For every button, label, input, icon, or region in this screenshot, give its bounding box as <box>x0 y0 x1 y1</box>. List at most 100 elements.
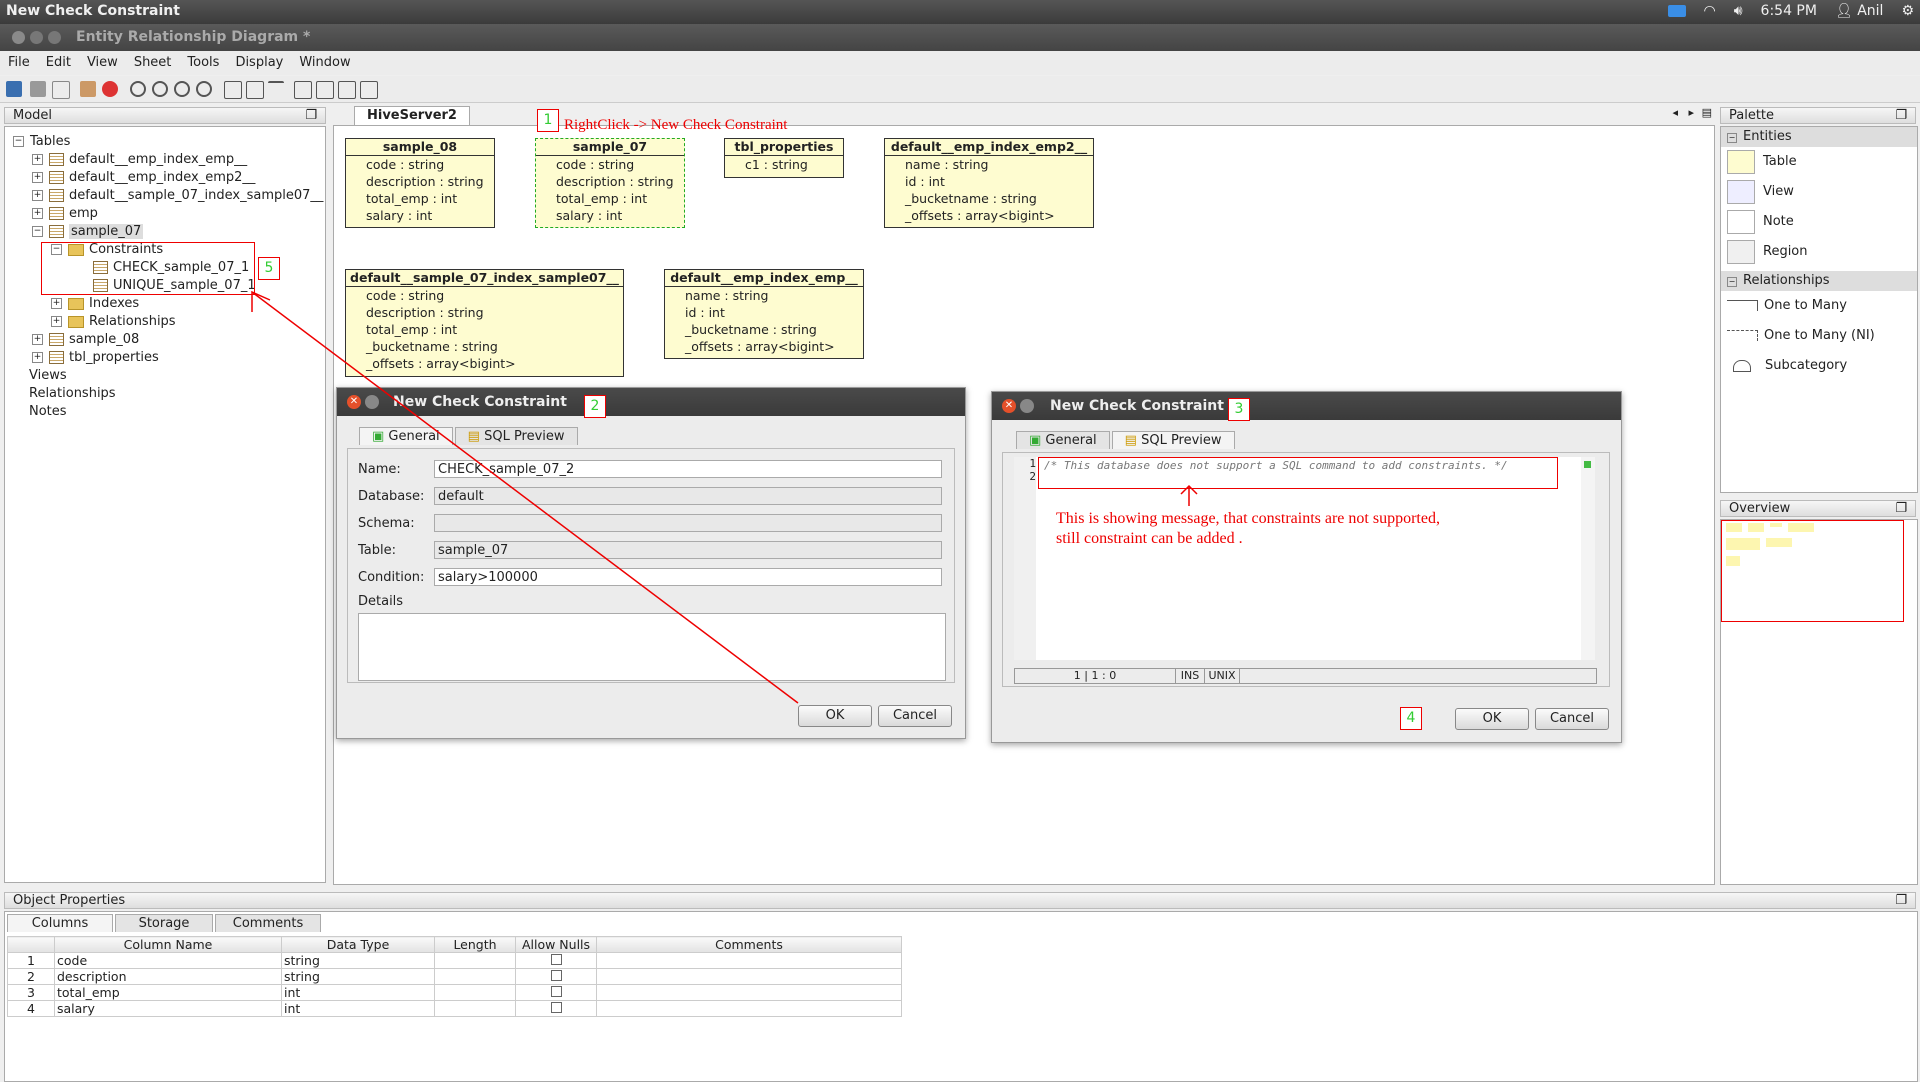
comments-cell[interactable] <box>596 968 902 985</box>
column-header[interactable]: Length <box>434 936 516 953</box>
palette-one-to-many-ni[interactable]: One to Many (NI) <box>1721 321 1917 351</box>
gear-icon[interactable]: ⚙ <box>1901 3 1914 19</box>
collapse-icon[interactable]: − <box>1727 277 1737 287</box>
collapse-icon[interactable]: − <box>32 226 43 237</box>
data-type-cell[interactable]: int <box>281 1000 435 1017</box>
restore-icon[interactable]: ❐ <box>1895 501 1907 517</box>
view-icon[interactable] <box>294 81 312 99</box>
allow-nulls-cell[interactable] <box>515 968 597 985</box>
column-header[interactable]: Allow Nulls <box>515 936 597 953</box>
column-name-cell[interactable]: code <box>54 952 282 969</box>
tab-list-icon[interactable]: ▤ <box>1702 106 1712 119</box>
column-name-cell[interactable]: description <box>54 968 282 985</box>
tree-relationships[interactable]: + Relationships <box>5 313 325 331</box>
comments-cell[interactable] <box>596 1000 902 1017</box>
expand-icon[interactable]: + <box>32 190 43 201</box>
entity-emp-index-emp2[interactable]: default__emp_index_emp2__ name : string … <box>884 138 1094 228</box>
mail-icon[interactable] <box>1667 5 1686 17</box>
restore-icon[interactable]: ❐ <box>1895 108 1907 124</box>
user-menu[interactable]: 👤︎ Anil <box>1835 3 1883 19</box>
line-icon[interactable] <box>268 81 284 99</box>
zoom-fit-icon[interactable] <box>152 81 168 97</box>
menu-tools[interactable]: Tools <box>179 51 227 70</box>
entity-sample07-index[interactable]: default__sample_07_index_sample07__ code… <box>345 269 624 377</box>
length-cell[interactable] <box>434 984 516 1001</box>
minimize-icon[interactable] <box>365 395 379 409</box>
palette-region[interactable]: Region <box>1721 237 1917 267</box>
length-cell[interactable] <box>434 1000 516 1017</box>
tree-indexes[interactable]: + Indexes <box>5 295 325 313</box>
palette-note[interactable]: Note <box>1721 207 1917 237</box>
layout-icon[interactable] <box>224 81 242 99</box>
expand-icon[interactable]: + <box>32 352 43 363</box>
scroll-right-icon[interactable]: ▸ <box>1688 106 1694 119</box>
zoom-reset-icon[interactable] <box>196 81 212 97</box>
comments-cell[interactable] <box>596 952 902 969</box>
length-cell[interactable] <box>434 968 516 985</box>
schema-field[interactable] <box>434 514 942 532</box>
column-header[interactable]: Data Type <box>281 936 435 953</box>
condition-field[interactable]: salary>100000 <box>434 568 942 586</box>
tab-general[interactable]: ▣ General <box>359 427 453 445</box>
tree-table-item[interactable]: + default__emp_index_emp__ <box>5 151 325 169</box>
palette-subcategory[interactable]: Subcategory <box>1721 351 1917 381</box>
wifi-icon[interactable]: ◠ <box>1704 3 1716 19</box>
tab-sql-preview[interactable]: ▤ SQL Preview <box>454 427 578 445</box>
tab-general[interactable]: ▣ General <box>1016 431 1110 449</box>
expand-icon[interactable]: + <box>51 316 62 327</box>
tab-sql-preview[interactable]: ▤ SQL Preview <box>1111 431 1235 449</box>
restore-icon[interactable]: ❐ <box>1895 893 1907 909</box>
allow-nulls-checkbox[interactable] <box>550 954 562 965</box>
table-field[interactable]: sample_07 <box>434 541 942 559</box>
table-view-icon[interactable] <box>338 81 356 99</box>
tab-storage[interactable]: Storage <box>115 914 213 932</box>
menu-file[interactable]: File <box>0 51 38 70</box>
tab-columns[interactable]: Columns <box>7 914 113 932</box>
scroll-left-icon[interactable]: ◂ <box>1672 106 1678 119</box>
expand-icon[interactable]: + <box>32 334 43 345</box>
tree-table-item-selected[interactable]: − sample_07 <box>5 223 325 241</box>
palette-view[interactable]: View <box>1721 177 1917 207</box>
data-type-cell[interactable]: string <box>281 952 435 969</box>
column-header[interactable]: Column Name <box>54 936 282 953</box>
print-icon[interactable] <box>30 81 46 97</box>
zoom-out-icon[interactable] <box>174 81 190 97</box>
ok-button[interactable]: OK <box>798 705 872 727</box>
tree-table-item[interactable]: + sample_08 <box>5 331 325 349</box>
palette-table[interactable]: Table <box>1721 147 1917 177</box>
stop-icon[interactable] <box>102 81 118 97</box>
zoom-in-icon[interactable] <box>130 81 146 97</box>
editor-scrollbar[interactable] <box>1581 457 1595 660</box>
tree-table-item[interactable]: + tbl_properties <box>5 349 325 367</box>
close-icon[interactable]: ✕ <box>347 395 361 409</box>
database-field[interactable]: default <box>434 487 942 505</box>
tree-notes[interactable]: Notes <box>5 403 325 421</box>
collapse-icon[interactable]: − <box>13 136 24 147</box>
close-window-icon[interactable] <box>12 31 25 44</box>
data-type-cell[interactable]: int <box>281 984 435 1001</box>
palette-one-to-many[interactable]: One to Many <box>1721 291 1917 321</box>
maximize-window-icon[interactable] <box>48 31 61 44</box>
table-row[interactable]: 3 total_emp int <box>7 984 902 1001</box>
null-icon[interactable] <box>316 81 334 99</box>
restore-icon[interactable]: ❐ <box>305 108 317 124</box>
diagram-icon[interactable] <box>80 81 96 97</box>
table-row[interactable]: 2 description string <box>7 968 902 985</box>
table-row[interactable]: 1 code string <box>7 952 902 969</box>
allow-nulls-checkbox[interactable] <box>550 1002 562 1013</box>
grid-icon[interactable] <box>246 81 264 99</box>
menu-edit[interactable]: Edit <box>38 51 79 70</box>
clock[interactable]: 6:54 PM <box>1761 3 1817 19</box>
column-name-cell[interactable]: salary <box>54 1000 282 1017</box>
save-icon[interactable] <box>6 81 22 97</box>
minimize-window-icon[interactable] <box>30 31 43 44</box>
collapse-icon[interactable]: − <box>1727 133 1737 143</box>
tab-hiveserver2[interactable]: HiveServer2 <box>354 106 470 125</box>
name-field[interactable]: CHECK_sample_07_2 <box>434 460 942 478</box>
tree-views[interactable]: Views <box>5 367 325 385</box>
allow-nulls-cell[interactable] <box>515 1000 597 1017</box>
entity-sample-08[interactable]: sample_08 code : string description : st… <box>345 138 495 228</box>
tree-table-item[interactable]: + default__emp_index_emp2__ <box>5 169 325 187</box>
menu-window[interactable]: Window <box>291 51 358 70</box>
length-cell[interactable] <box>434 952 516 969</box>
